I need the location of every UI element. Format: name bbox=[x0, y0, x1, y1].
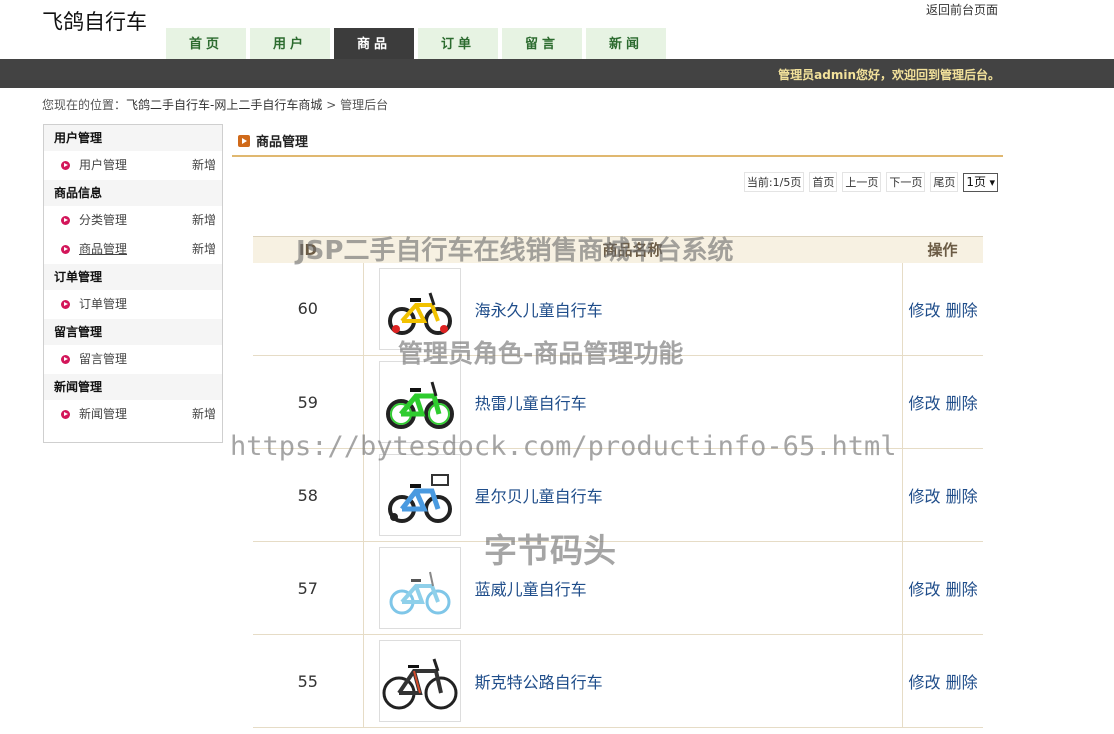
tab-users[interactable]: 用户 bbox=[250, 28, 330, 59]
delete-button[interactable]: 删除 bbox=[946, 487, 978, 506]
product-cell: 蓝威儿童自行车 bbox=[363, 541, 903, 635]
pager-prev-button[interactable]: 上一页 bbox=[842, 172, 882, 192]
bullet-arrow-icon bbox=[61, 216, 70, 225]
section-arrow-icon bbox=[238, 135, 250, 147]
sidebar-item-user-manage[interactable]: 用户管理 新增 bbox=[44, 151, 222, 180]
sidebar: 用户管理 用户管理 新增 商品信息 分类管理 新增 商品管理 新增 订单管理 订… bbox=[43, 124, 223, 443]
product-id: 57 bbox=[253, 541, 364, 635]
table-row: 57 蓝威儿童自行车 修改 删除 bbox=[253, 541, 983, 635]
breadcrumb: 您现在的位置：飞鸽二手自行车-网上二手自行车商城 > 管理后台 bbox=[42, 96, 388, 113]
bullet-arrow-icon bbox=[61, 300, 70, 309]
edit-button[interactable]: 修改 bbox=[909, 487, 941, 506]
product-name-link[interactable]: 星尔贝儿童自行车 bbox=[475, 487, 603, 506]
delete-button[interactable]: 删除 bbox=[946, 580, 978, 599]
sidebar-section-news: 新闻管理 bbox=[44, 374, 222, 400]
tab-news[interactable]: 新闻 bbox=[586, 28, 666, 59]
bike-thumbnail[interactable] bbox=[378, 454, 461, 536]
front-page-link[interactable]: 返回前台页面 bbox=[926, 1, 998, 18]
sidebar-item-order-manage[interactable]: 订单管理 bbox=[44, 290, 222, 319]
pager-next-button[interactable]: 下一页 bbox=[886, 172, 926, 192]
breadcrumb-prefix: 您现在的位置： bbox=[42, 98, 127, 112]
breadcrumb-separator: > bbox=[326, 98, 337, 112]
sidebar-add-product-link[interactable]: 新增 bbox=[192, 235, 216, 264]
welcome-text: 管理员admin您好，欢迎回到管理后台。 bbox=[778, 68, 1000, 82]
breadcrumb-site-link[interactable]: 飞鸽二手自行车-网上二手自行车商城 bbox=[126, 98, 322, 112]
product-table: ID 商品名称 操作 60 海永久儿童自行车 修改 删除 59 热雷儿童自行车 … bbox=[253, 236, 983, 728]
main-nav: 首页 用户 商品 订单 留言 新闻 bbox=[166, 28, 670, 59]
product-cell: 斯克特公路自行车 bbox=[363, 634, 903, 728]
page-title-text: 商品管理 bbox=[256, 135, 309, 150]
sidebar-item-product-manage[interactable]: 商品管理 新增 bbox=[44, 235, 222, 264]
tab-home[interactable]: 首页 bbox=[166, 28, 246, 59]
product-ops: 修改 删除 bbox=[902, 541, 983, 635]
product-name-link[interactable]: 热雷儿童自行车 bbox=[475, 394, 587, 413]
page-title: 商品管理 bbox=[238, 131, 308, 150]
pager: 当前:1/5页 首页 上一页 下一页 尾页 1页 bbox=[739, 172, 998, 192]
product-id: 58 bbox=[253, 448, 364, 542]
bike-thumbnail[interactable] bbox=[378, 547, 461, 629]
watermark-brand: 字节码头 bbox=[484, 531, 616, 570]
top-bar: 管理员admin您好，欢迎回到管理后台。 bbox=[0, 59, 1114, 88]
sidebar-add-news-link[interactable]: 新增 bbox=[192, 400, 216, 429]
pager-last-button[interactable]: 尾页 bbox=[930, 172, 959, 192]
breadcrumb-current: 管理后台 bbox=[340, 98, 389, 112]
brand-logo: 飞鸽自行车 bbox=[42, 10, 147, 34]
product-ops: 修改 删除 bbox=[902, 355, 983, 449]
sidebar-section-messages: 留言管理 bbox=[44, 319, 222, 345]
tab-orders[interactable]: 订单 bbox=[418, 28, 498, 59]
product-name-link[interactable]: 斯克特公路自行车 bbox=[475, 673, 603, 692]
watermark-title: JSP二手自行车在线销售商城平台系统 bbox=[296, 236, 734, 266]
pager-current: 当前:1/5页 bbox=[743, 172, 805, 192]
sidebar-section-orders: 订单管理 bbox=[44, 264, 222, 290]
edit-button[interactable]: 修改 bbox=[909, 394, 941, 413]
product-ops: 修改 删除 bbox=[902, 634, 983, 728]
edit-button[interactable]: 修改 bbox=[909, 580, 941, 599]
delete-button[interactable]: 删除 bbox=[946, 301, 978, 320]
sidebar-item-label[interactable]: 新闻管理 bbox=[79, 407, 127, 421]
edit-button[interactable]: 修改 bbox=[909, 301, 941, 320]
product-id: 55 bbox=[253, 634, 364, 728]
column-header-ops: 操作 bbox=[902, 236, 983, 263]
watermark-subtitle: 管理员角色-商品管理功能 bbox=[398, 339, 684, 368]
sidebar-item-label[interactable]: 用户管理 bbox=[79, 158, 127, 172]
sidebar-item-message-manage[interactable]: 留言管理 bbox=[44, 345, 222, 374]
sidebar-add-user-link[interactable]: 新增 bbox=[192, 151, 216, 180]
bullet-arrow-icon bbox=[61, 410, 70, 419]
product-name-link[interactable]: 蓝威儿童自行车 bbox=[475, 580, 587, 599]
delete-button[interactable]: 删除 bbox=[946, 673, 978, 692]
delete-button[interactable]: 删除 bbox=[946, 394, 978, 413]
table-row: 58 星尔贝儿童自行车 修改 删除 bbox=[253, 448, 983, 542]
watermark-url: https://bytesdock.com/productinfo-65.htm… bbox=[230, 431, 897, 462]
sidebar-item-label[interactable]: 留言管理 bbox=[79, 352, 127, 366]
edit-button[interactable]: 修改 bbox=[909, 673, 941, 692]
sidebar-item-label[interactable]: 分类管理 bbox=[79, 213, 127, 227]
sidebar-section-users: 用户管理 bbox=[44, 125, 222, 151]
tab-messages[interactable]: 留言 bbox=[502, 28, 582, 59]
product-id: 60 bbox=[253, 262, 364, 356]
bike-thumbnail[interactable] bbox=[378, 640, 461, 722]
sidebar-item-news-manage[interactable]: 新闻管理 新增 bbox=[44, 400, 222, 429]
pager-first-button[interactable]: 首页 bbox=[809, 172, 838, 192]
product-ops: 修改 删除 bbox=[902, 262, 983, 356]
tab-products[interactable]: 商品 bbox=[334, 28, 414, 59]
sidebar-add-category-link[interactable]: 新增 bbox=[192, 206, 216, 235]
sidebar-item-category-manage[interactable]: 分类管理 新增 bbox=[44, 206, 222, 235]
product-ops: 修改 删除 bbox=[902, 448, 983, 542]
bullet-arrow-icon bbox=[61, 355, 70, 364]
title-divider bbox=[232, 155, 1003, 157]
table-row: 55 斯克特公路自行车 修改 删除 bbox=[253, 634, 983, 728]
product-name-link[interactable]: 海永久儿童自行车 bbox=[475, 301, 603, 320]
bullet-arrow-icon bbox=[61, 245, 70, 254]
bullet-arrow-icon bbox=[61, 161, 70, 170]
page-select[interactable]: 1页 bbox=[963, 172, 998, 192]
sidebar-item-label[interactable]: 商品管理 bbox=[79, 242, 127, 256]
product-cell: 星尔贝儿童自行车 bbox=[363, 448, 903, 542]
sidebar-item-label[interactable]: 订单管理 bbox=[79, 297, 127, 311]
sidebar-section-products: 商品信息 bbox=[44, 180, 222, 206]
